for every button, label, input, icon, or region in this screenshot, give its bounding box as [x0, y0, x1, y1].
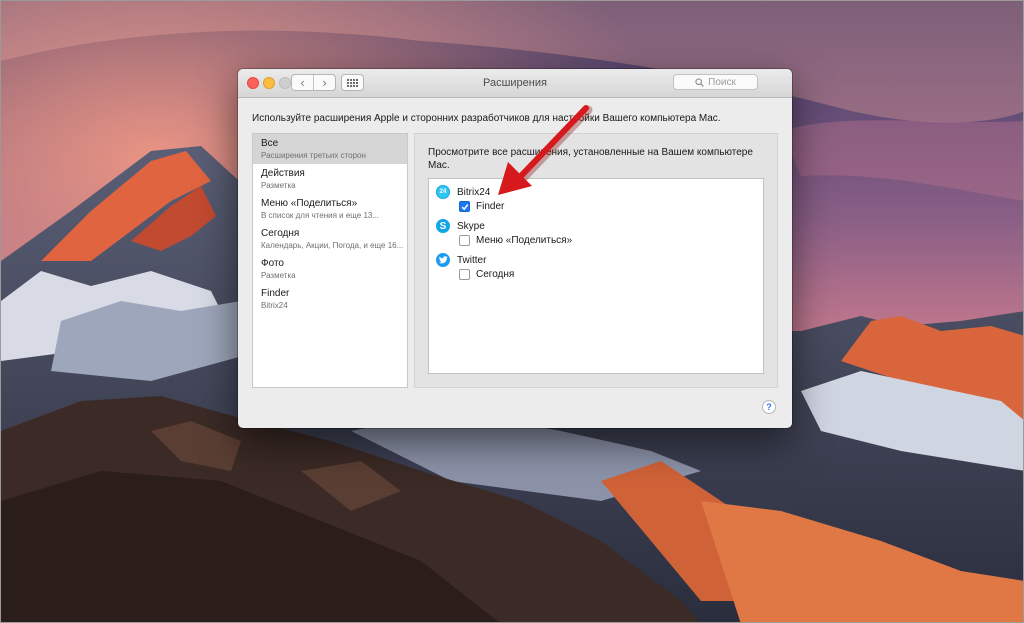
chevron-right-icon: › [322, 75, 327, 90]
sidebar-item-today[interactable]: Сегодня Календарь, Акции, Погода, и еще … [253, 224, 407, 254]
skype-icon: S [436, 219, 450, 233]
twitter-icon [436, 253, 450, 267]
extensions-window: ‹ › Расширения Поиск Используйте расшире… [238, 69, 792, 428]
search-icon [695, 77, 704, 87]
extension-group-skype: S Skype [436, 219, 485, 233]
sidebar-item-subtitle: Расширения третьих сторон [261, 151, 366, 160]
window-description: Используйте расширения Apple и сторонних… [252, 113, 721, 124]
group-label: Twitter [457, 254, 487, 266]
checkbox-label: Finder [476, 201, 505, 212]
checkbox-label: Меню «Поделиться» [476, 235, 573, 246]
extension-item-today[interactable]: Сегодня [459, 269, 514, 280]
share-menu-checkbox[interactable] [459, 235, 470, 246]
grid-icon [347, 78, 358, 87]
search-input[interactable]: Поиск [673, 74, 758, 90]
sidebar-item-subtitle: В список для чтения и еще 13... [261, 211, 380, 220]
sidebar-item-title: Сегодня [261, 228, 300, 239]
extensions-list: 24 Bitrix24 Finder S Skype Меню «Поделит… [428, 178, 764, 374]
checkmark-icon [461, 203, 468, 210]
group-label: Skype [457, 220, 485, 232]
navigation-buttons: ‹ › [291, 74, 336, 91]
extension-item-share-menu[interactable]: Меню «Поделиться» [459, 235, 572, 246]
sidebar-item-actions[interactable]: Действия Разметка [253, 164, 407, 194]
sidebar-item-all[interactable]: Все Расширения третьих сторон [253, 134, 407, 164]
panel-description: Просмотрите все расширения, установленны… [428, 147, 753, 171]
extension-group-twitter: Twitter [436, 253, 486, 267]
extension-item-finder[interactable]: Finder [459, 201, 504, 212]
group-label: Bitrix24 [457, 186, 491, 198]
sidebar-item-share-menu[interactable]: Меню «Поделиться» В список для чтения и … [253, 194, 407, 224]
close-button[interactable] [247, 77, 259, 89]
sidebar-item-subtitle: Bitrix24 [261, 301, 288, 310]
show-all-button[interactable] [341, 74, 364, 91]
sidebar-item-title: Меню «Поделиться» [261, 198, 358, 209]
sidebar-item-subtitle: Разметка [261, 181, 296, 190]
search-placeholder: Поиск [708, 76, 736, 88]
sidebar-item-title: Все [261, 138, 279, 149]
sidebar-item-subtitle: Разметка [261, 271, 296, 280]
extension-group-bitrix24: 24 Bitrix24 [436, 185, 490, 199]
sidebar-item-subtitle: Календарь, Акции, Погода, и еще 16... [261, 241, 404, 250]
sidebar-item-finder[interactable]: Finder Bitrix24 [253, 284, 407, 314]
category-sidebar: Все Расширения третьих сторон Действия Р… [252, 133, 408, 388]
finder-checkbox[interactable] [459, 201, 470, 212]
sidebar-item-title: Фото [261, 258, 284, 269]
minimize-button[interactable] [263, 77, 275, 89]
extensions-panel: Просмотрите все расширения, установленны… [414, 133, 778, 388]
zoom-button[interactable] [279, 77, 291, 89]
help-button[interactable]: ? [762, 400, 776, 414]
today-checkbox[interactable] [459, 269, 470, 280]
chevron-left-icon: ‹ [300, 75, 305, 90]
forward-button[interactable]: › [313, 75, 335, 90]
sidebar-item-title: Finder [261, 288, 290, 299]
title-bar: ‹ › Расширения Поиск [238, 69, 792, 98]
bitrix24-icon: 24 [436, 185, 450, 199]
sidebar-item-photos[interactable]: Фото Разметка [253, 254, 407, 284]
sidebar-item-title: Действия [261, 168, 305, 179]
checkbox-label: Сегодня [476, 269, 515, 280]
back-button[interactable]: ‹ [292, 75, 313, 90]
